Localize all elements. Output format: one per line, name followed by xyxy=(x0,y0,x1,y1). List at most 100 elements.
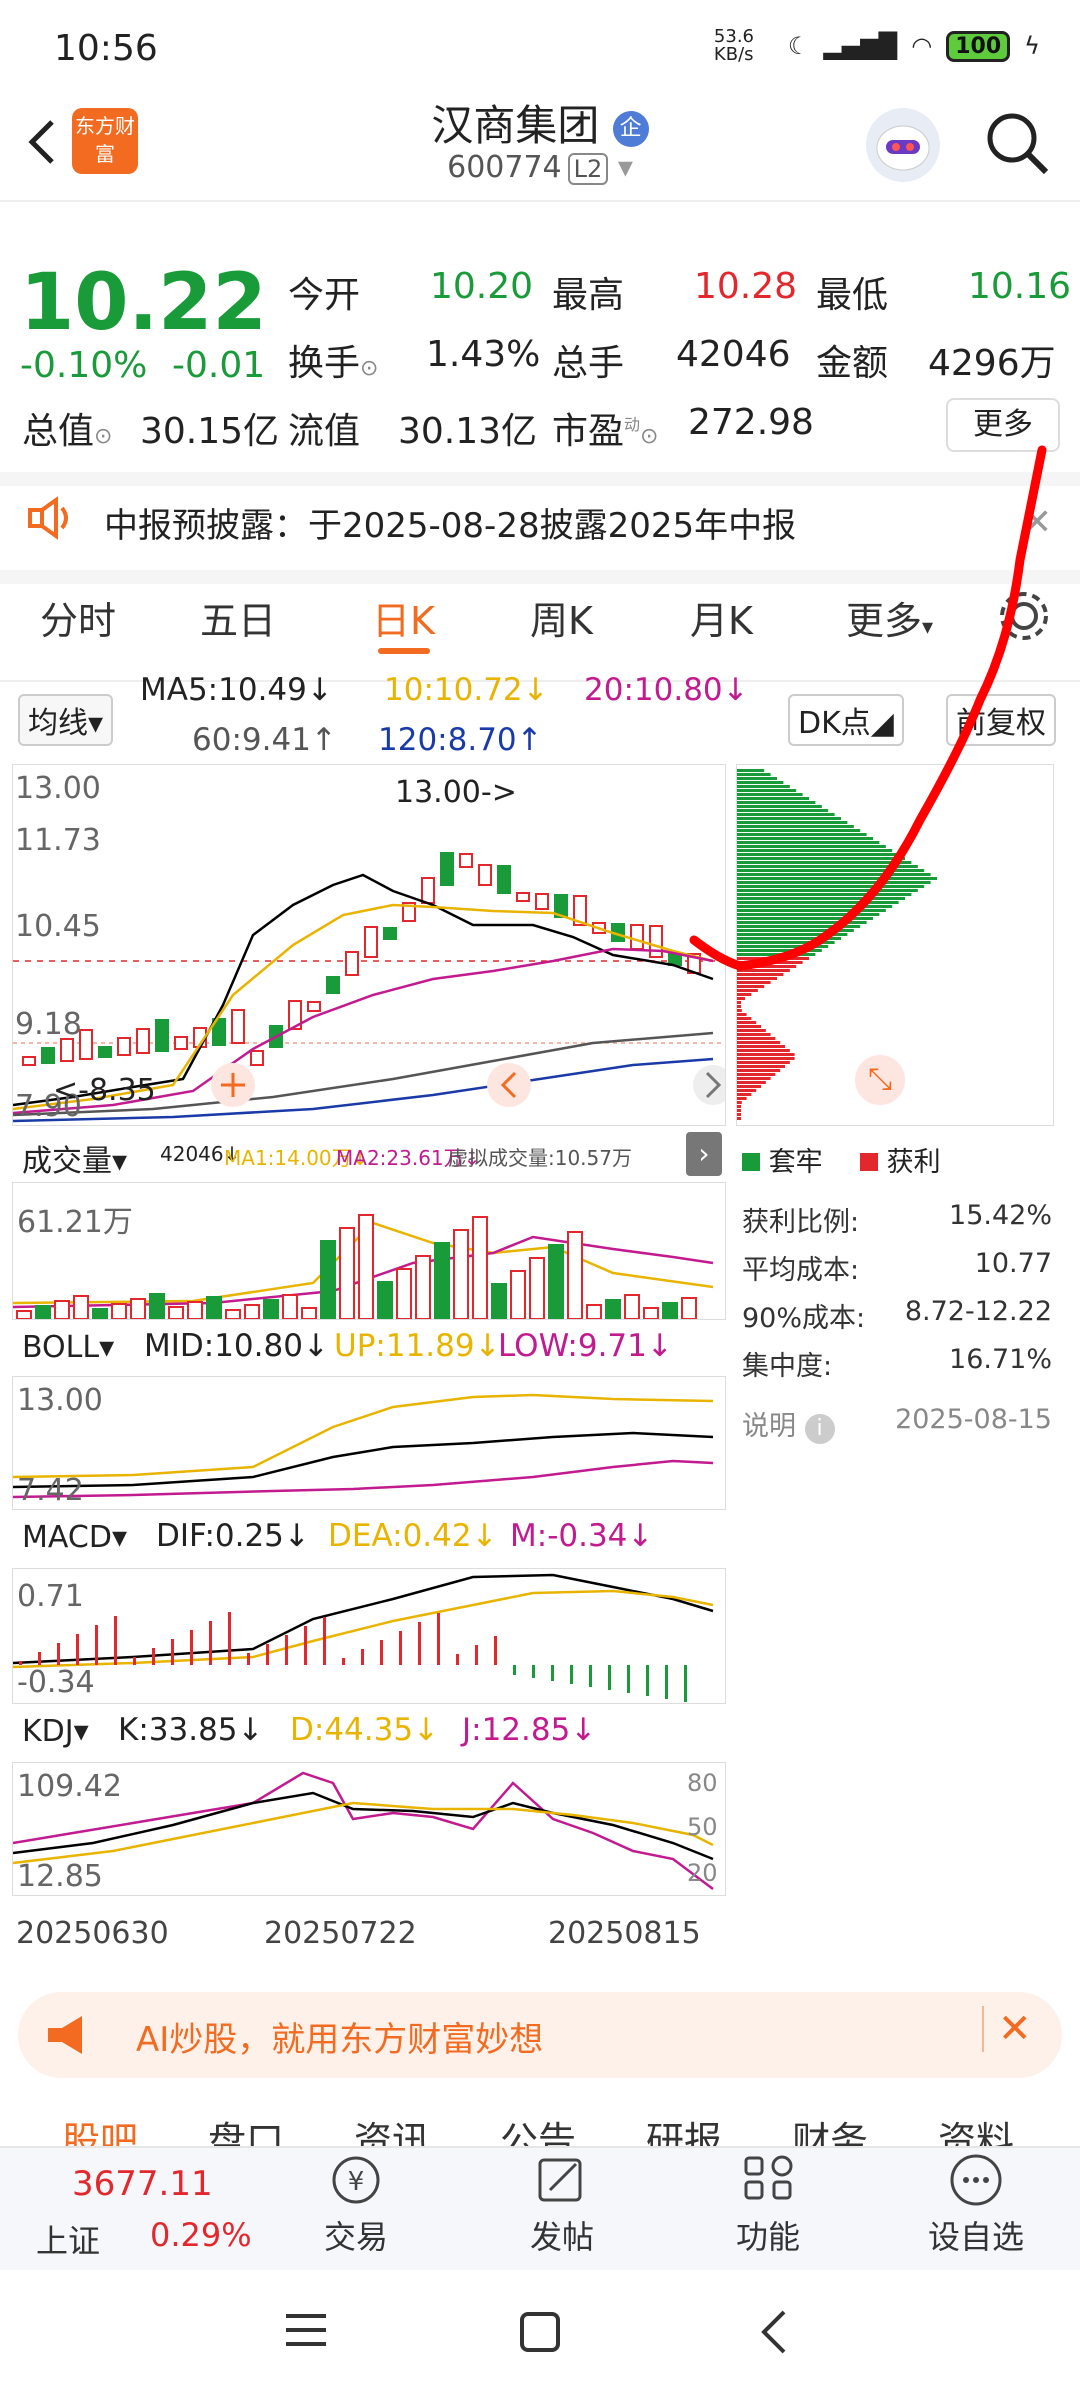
chip-bar xyxy=(737,1013,747,1016)
chip-bar xyxy=(737,981,771,984)
signal-icon: ▂▄▆█ xyxy=(823,32,898,60)
macd-bar xyxy=(38,1652,41,1665)
tab-weekly-k[interactable]: 周K xyxy=(530,590,593,645)
volume-bar xyxy=(567,1231,583,1320)
volume-bar xyxy=(491,1283,507,1320)
candle xyxy=(326,976,340,994)
close-ad-button[interactable]: ✕ xyxy=(982,2006,1032,2052)
macd-bar xyxy=(532,1665,535,1678)
volume-bar xyxy=(111,1303,127,1320)
candle xyxy=(60,1038,74,1062)
chip-bar xyxy=(737,1009,742,1012)
search-button[interactable] xyxy=(982,108,1052,178)
volume-bar xyxy=(73,1295,89,1320)
boll-y-bot: 7.42 xyxy=(17,1473,84,1508)
macd-bar xyxy=(304,1626,307,1665)
dropdown-icon: ▾ xyxy=(617,150,633,185)
candle xyxy=(497,865,511,894)
home-button[interactable] xyxy=(518,2310,562,2358)
index-value[interactable]: 3677.11 xyxy=(72,2164,213,2204)
macd-bar xyxy=(608,1665,611,1690)
kdj-chart[interactable]: 109.42 12.85 80 50 20 xyxy=(12,1762,726,1896)
candle xyxy=(478,864,492,886)
macd-chart[interactable]: 0.71 -0.34 xyxy=(12,1568,726,1704)
low-value: 10.16 xyxy=(968,266,1072,307)
boll-low: LOW:9.71↓ xyxy=(498,1328,673,1364)
status-time: 10:56 xyxy=(54,28,158,69)
macd-bar xyxy=(399,1631,402,1665)
nav-trade[interactable]: ¥ 交易 xyxy=(286,2152,426,2262)
kline-svg xyxy=(12,852,733,1123)
macd-selector[interactable]: MACD▾ xyxy=(14,1518,135,1557)
candle xyxy=(41,1047,55,1064)
collapse-indicator-button[interactable]: › xyxy=(686,1132,722,1176)
speaker-icon xyxy=(26,496,76,544)
ma60-value: 60:9.41↑ xyxy=(192,722,337,758)
boll-selector[interactable]: BOLL▾ xyxy=(14,1328,123,1367)
enterprise-badge: 企 xyxy=(612,110,649,147)
macd-bar xyxy=(228,1612,231,1665)
index-pct[interactable]: 0.29% xyxy=(150,2216,252,2254)
system-back-button[interactable] xyxy=(754,2308,794,2360)
svg-text:¥: ¥ xyxy=(348,2167,365,2197)
macd-bar xyxy=(152,1648,155,1665)
trade-icon: ¥ xyxy=(332,2156,380,2204)
boll-chart[interactable]: 13.00 7.42 xyxy=(12,1376,726,1510)
volume-bar xyxy=(282,1294,298,1320)
kdj-k: K:33.85↓ xyxy=(118,1712,264,1748)
macd-svg xyxy=(12,1573,714,1702)
nav-post[interactable]: 发帖 xyxy=(492,2152,632,2262)
candle xyxy=(250,1050,264,1066)
macd-y-top: 0.71 xyxy=(17,1579,84,1614)
grid-icon xyxy=(744,2155,793,2200)
chip-bar xyxy=(737,1025,761,1028)
robot-avatar[interactable] xyxy=(866,108,940,182)
candle xyxy=(155,1019,169,1052)
tab-five-day[interactable]: 五日 xyxy=(200,590,276,645)
high-label: 最高 xyxy=(552,275,625,316)
recents-button[interactable] xyxy=(284,2310,328,2354)
chip-bar xyxy=(737,1029,766,1032)
open-label: 今开 xyxy=(288,275,361,316)
volume-selector[interactable]: 成交量▾ xyxy=(14,1134,136,1182)
kdj-y-bot: 12.85 xyxy=(17,1859,103,1894)
kline-y-mid2: 10.45 xyxy=(15,909,101,944)
candle xyxy=(22,1056,36,1066)
battery-icon: 100 xyxy=(946,30,1011,62)
nav-functions[interactable]: 功能 xyxy=(698,2152,838,2262)
macd-dea: DEA:0.42↓ xyxy=(328,1518,498,1554)
kline-chart[interactable]: 13.00 11.73 10.45 9.18 7.90 13.00-> <-8.… xyxy=(12,764,733,1126)
chip-bar xyxy=(737,1017,752,1020)
candle xyxy=(516,892,530,902)
macd-bar xyxy=(190,1630,193,1665)
candle xyxy=(440,852,454,886)
mktcap-label: 总值⊙ xyxy=(22,411,113,452)
volume-bar xyxy=(263,1299,279,1320)
volume-bar xyxy=(510,1270,526,1320)
kdj-selector[interactable]: KDJ▾ xyxy=(14,1712,97,1751)
tab-intraday[interactable]: 分时 xyxy=(40,590,116,645)
index-name[interactable]: 上证 xyxy=(36,2216,100,2262)
macd-bar xyxy=(57,1643,60,1665)
volume-bar xyxy=(92,1308,108,1320)
edit-icon xyxy=(538,2158,582,2202)
macd-bar xyxy=(646,1665,649,1696)
boll-y-top: 13.00 xyxy=(17,1383,103,1418)
amount-label: 金额 xyxy=(816,343,889,384)
tab-daily-k[interactable]: 日K xyxy=(372,590,435,645)
volume-chart[interactable]: 61.21万 xyxy=(12,1182,726,1320)
net-speed: 53.6 KB/s xyxy=(713,26,754,65)
macd-bar xyxy=(684,1665,687,1702)
candle xyxy=(649,925,663,958)
chip-bar xyxy=(737,993,752,996)
chip-bar xyxy=(737,1109,741,1112)
left-arrow-icon xyxy=(487,1063,531,1107)
expand-icon[interactable]: ⤡ xyxy=(855,1055,905,1105)
ma-selector[interactable]: 均线▾ xyxy=(18,694,114,746)
macd-y-bot: -0.34 xyxy=(17,1665,95,1700)
boll-svg xyxy=(12,1393,714,1499)
candle xyxy=(79,1029,93,1060)
nav-add-watchlist[interactable]: 设自选 xyxy=(906,2152,1046,2262)
chip-bar xyxy=(737,1061,790,1064)
macd-bar xyxy=(171,1639,174,1665)
